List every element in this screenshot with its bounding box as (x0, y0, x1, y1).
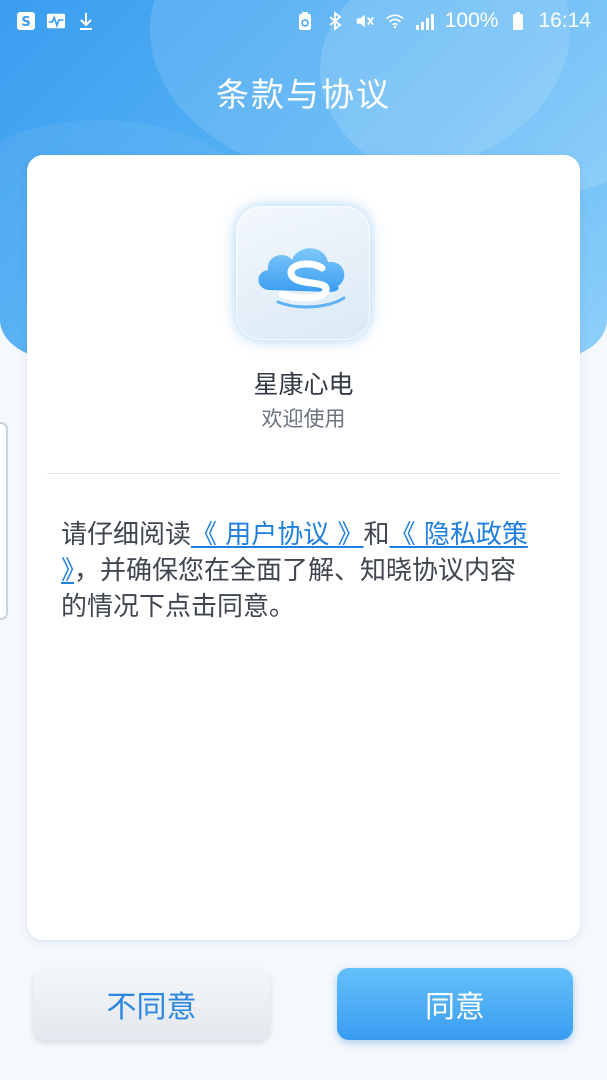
app-logo-icon (236, 206, 370, 340)
s-app-icon: S (16, 11, 36, 31)
welcome-text: 欢迎使用 (261, 407, 346, 431)
app-name: 星康心电 (253, 370, 354, 399)
divider (47, 473, 560, 474)
pulse-icon (46, 11, 66, 31)
agreement-card: 星康心电 欢迎使用 请仔细阅读《 用户协议 》和《 隐私政策 》，并确保您在全面… (27, 155, 580, 940)
agreement-conjunction: 和 (363, 520, 390, 550)
clock-time: 16:14 (538, 9, 591, 32)
page-title: 条款与协议 (216, 75, 391, 114)
signal-icon (415, 11, 435, 31)
agree-button[interactable]: 同意 (337, 968, 573, 1040)
disagree-button[interactable]: 不同意 (33, 968, 270, 1040)
user-agreement-link[interactable]: 《 用户协议 》 (191, 520, 364, 550)
battery-percent: 100% (444, 9, 499, 32)
wifi-icon (385, 11, 405, 31)
status-bar-left: S (16, 11, 96, 31)
mute-icon (355, 11, 375, 31)
bluetooth-icon (325, 11, 345, 31)
battery-icon (508, 11, 528, 31)
side-drawer-handle[interactable] (0, 422, 8, 620)
download-icon (76, 11, 96, 31)
status-bar: S 100% 16:14 (0, 0, 607, 42)
svg-text:S: S (21, 15, 30, 30)
agreement-suffix: ，并确保您在全面了解、知晓协议内容的情况下点击同意。 (61, 556, 517, 622)
agreement-prefix: 请仔细阅读 (61, 520, 192, 550)
status-bar-right: 100% 16:14 (295, 9, 591, 33)
battery-saver-icon (295, 11, 315, 31)
agreement-text: 请仔细阅读《 用户协议 》和《 隐私政策 》，并确保您在全面了解、知晓协议内容的… (61, 517, 531, 625)
